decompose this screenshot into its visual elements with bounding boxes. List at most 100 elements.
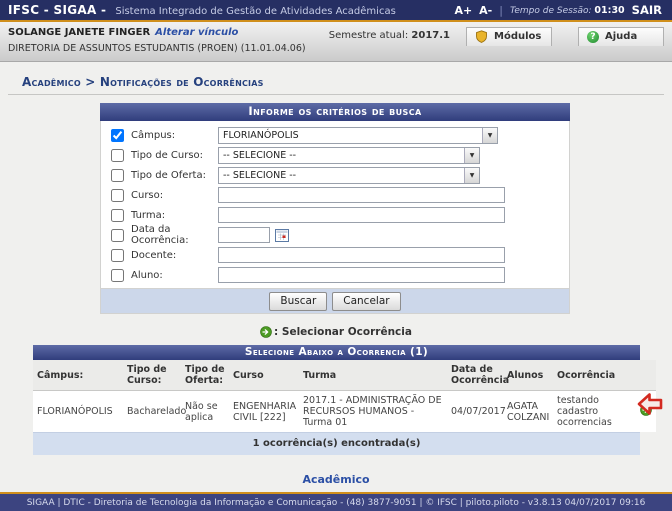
- col-curso: Curso: [229, 360, 299, 391]
- footer-text: SIGAA | DTIC - Diretoria de Tecnologia d…: [27, 498, 646, 508]
- turma-checkbox[interactable]: [111, 209, 124, 222]
- col-tipo-curso: Tipo de Curso:: [123, 360, 181, 391]
- tipo-oferta-select[interactable]: -- SELECIONE -- ▼: [218, 167, 480, 184]
- col-turma: Turma: [299, 360, 447, 391]
- form-row-tipo-oferta: Tipo de Oferta: -- SELECIONE -- ▼: [101, 165, 569, 185]
- results-count: 1 ocorrência(s) encontrada(s): [33, 432, 640, 455]
- chevron-down-icon: ▼: [464, 148, 479, 163]
- col-ocorrencia: Ocorrência: [553, 360, 636, 391]
- user-bar-right: Semestre atual: 2017.1 Módulos ? Ajuda: [329, 26, 664, 55]
- app-title: IFSC - SIGAA -: [8, 3, 106, 17]
- col-data-ocorrencia: Data de Ocorrência: [447, 360, 503, 391]
- tipo-oferta-label: Tipo de Oferta:: [131, 170, 218, 181]
- docente-checkbox[interactable]: [111, 249, 124, 262]
- turma-input[interactable]: [218, 207, 505, 223]
- form-row-aluno: Aluno:: [101, 265, 569, 285]
- help-button-label: Ajuda: [605, 31, 637, 42]
- cell-curso: ENGENHARIA CIVIL [222]: [229, 391, 299, 433]
- modules-button-label: Módulos: [494, 31, 541, 42]
- question-icon: ?: [587, 31, 599, 43]
- form-row-tipo-curso: Tipo de Curso: -- SELECIONE -- ▼: [101, 145, 569, 165]
- session-label: Tempo de Sessão:: [510, 6, 592, 16]
- results-header-row: Câmpus: Tipo de Curso: Tipo de Oferta: C…: [33, 360, 656, 391]
- form-row-turma: Turma:: [101, 205, 569, 225]
- aluno-label: Aluno:: [131, 270, 218, 281]
- chevron-down-icon: ▼: [482, 128, 497, 143]
- search-panel-title: Informe os critérios de busca: [100, 103, 570, 121]
- results-panel: Selecione Abaixo a Ocorrencia (1) Câmpus…: [33, 345, 640, 455]
- red-left-arrow-icon: [636, 390, 664, 418]
- cancelar-button[interactable]: Cancelar: [332, 292, 400, 311]
- font-decrease-button[interactable]: A-: [479, 4, 492, 17]
- legend-text: : Selecionar Ocorrência: [274, 326, 412, 338]
- change-bond-link[interactable]: Alterar vínculo: [155, 27, 238, 38]
- semester-label: Semestre atual:: [329, 30, 408, 41]
- logout-button[interactable]: SAIR: [632, 3, 662, 17]
- font-increase-button[interactable]: A+: [454, 4, 472, 17]
- aluno-input[interactable]: [218, 267, 505, 283]
- search-criteria-panel: Informe os critérios de busca Câmpus: FL…: [100, 103, 570, 314]
- help-button[interactable]: ? Ajuda: [578, 27, 664, 46]
- tipo-curso-select[interactable]: -- SELECIONE -- ▼: [218, 147, 480, 164]
- tipo-oferta-checkbox[interactable]: [111, 169, 124, 182]
- form-row-campus: Câmpus: FLORIANÓPOLIS ▼: [101, 125, 569, 145]
- topbar-controls: A+ A- | Tempo de Sessão: 01:30 SAIR: [454, 3, 662, 17]
- user-bar: SOLANGE JANETE FINGER Alterar vínculo DIR…: [0, 22, 672, 62]
- col-alunos: Alunos: [503, 360, 553, 391]
- breadcrumb: Acadêmico > Notificações de Ocorrências: [8, 72, 664, 95]
- results-table-title: Selecione Abaixo a Ocorrencia (1): [33, 345, 640, 360]
- user-department: DIRETORIA DE ASSUNTOS ESTUDANTIS (PROEN)…: [8, 42, 306, 55]
- divider: |: [499, 4, 503, 17]
- results-table: Câmpus: Tipo de Curso: Tipo de Oferta: C…: [33, 360, 656, 432]
- cell-tipo-oferta: Não se aplica: [181, 391, 229, 433]
- semester-value: 2017.1: [411, 30, 450, 41]
- search-form-footer: Buscar Cancelar: [100, 289, 570, 314]
- cell-turma: 2017.1 - ADMINISTRAÇÃO DE RECURSOS HUMAN…: [299, 391, 447, 433]
- turma-label: Turma:: [131, 210, 218, 221]
- curso-label: Curso:: [131, 190, 218, 201]
- buscar-button[interactable]: Buscar: [269, 292, 327, 311]
- data-ocorrencia-input[interactable]: [218, 227, 270, 243]
- tipo-curso-label: Tipo de Curso:: [131, 150, 218, 161]
- select-occurrence-icon: [260, 326, 272, 338]
- col-actions: [636, 360, 656, 391]
- session-timer: Tempo de Sessão: 01:30: [510, 5, 625, 16]
- chevron-down-icon: ▼: [464, 168, 479, 183]
- current-semester: Semestre atual: 2017.1: [329, 30, 450, 41]
- data-ocorrencia-label: Data da Ocorrência:: [131, 224, 218, 246]
- module-link-row: Acadêmico: [0, 468, 672, 487]
- tipo-curso-checkbox[interactable]: [111, 149, 124, 162]
- col-tipo-oferta: Tipo de Oferta:: [181, 360, 229, 391]
- user-info: SOLANGE JANETE FINGER Alterar vínculo DIR…: [8, 26, 306, 55]
- campus-select-value: FLORIANÓPOLIS: [219, 128, 482, 143]
- form-row-data-ocorrencia: Data da Ocorrência:: [101, 225, 569, 245]
- sigaa-page: IFSC - SIGAA - Sistema Integrado de Gest…: [0, 0, 672, 502]
- user-name: SOLANGE JANETE FINGER: [8, 27, 150, 38]
- app-subtitle: Sistema Integrado de Gestão de Atividade…: [115, 6, 395, 17]
- legend: : Selecionar Ocorrência: [0, 326, 672, 338]
- calendar-icon[interactable]: [275, 229, 289, 242]
- topbar: IFSC - SIGAA - Sistema Integrado de Gest…: [0, 0, 672, 22]
- cell-ocorrencia: testando cadastro ocorrencias: [553, 391, 636, 433]
- form-row-curso: Curso:: [101, 185, 569, 205]
- docente-input[interactable]: [218, 247, 505, 263]
- brand: IFSC - SIGAA - Sistema Integrado de Gest…: [8, 3, 396, 17]
- shield-icon: [475, 30, 488, 43]
- search-form-body: Câmpus: FLORIANÓPOLIS ▼ Tipo de Curso: -…: [100, 121, 570, 289]
- curso-input[interactable]: [218, 187, 505, 203]
- campus-select[interactable]: FLORIANÓPOLIS ▼: [218, 127, 498, 144]
- data-ocorrencia-checkbox[interactable]: [111, 229, 124, 242]
- col-campus: Câmpus:: [33, 360, 123, 391]
- form-row-docente: Docente:: [101, 245, 569, 265]
- aluno-checkbox[interactable]: [111, 269, 124, 282]
- cell-campus: FLORIANÓPOLIS: [33, 391, 123, 433]
- modules-button[interactable]: Módulos: [466, 27, 552, 46]
- curso-checkbox[interactable]: [111, 189, 124, 202]
- cell-data-ocorrencia: 04/07/2017: [447, 391, 503, 433]
- campus-checkbox[interactable]: [111, 129, 124, 142]
- table-row: FLORIANÓPOLIS Bacharelado Não se aplica …: [33, 391, 656, 433]
- academico-link[interactable]: Acadêmico: [302, 473, 369, 486]
- cell-tipo-curso: Bacharelado: [123, 391, 181, 433]
- tipo-oferta-select-value: -- SELECIONE --: [219, 168, 464, 183]
- campus-label: Câmpus:: [131, 130, 218, 141]
